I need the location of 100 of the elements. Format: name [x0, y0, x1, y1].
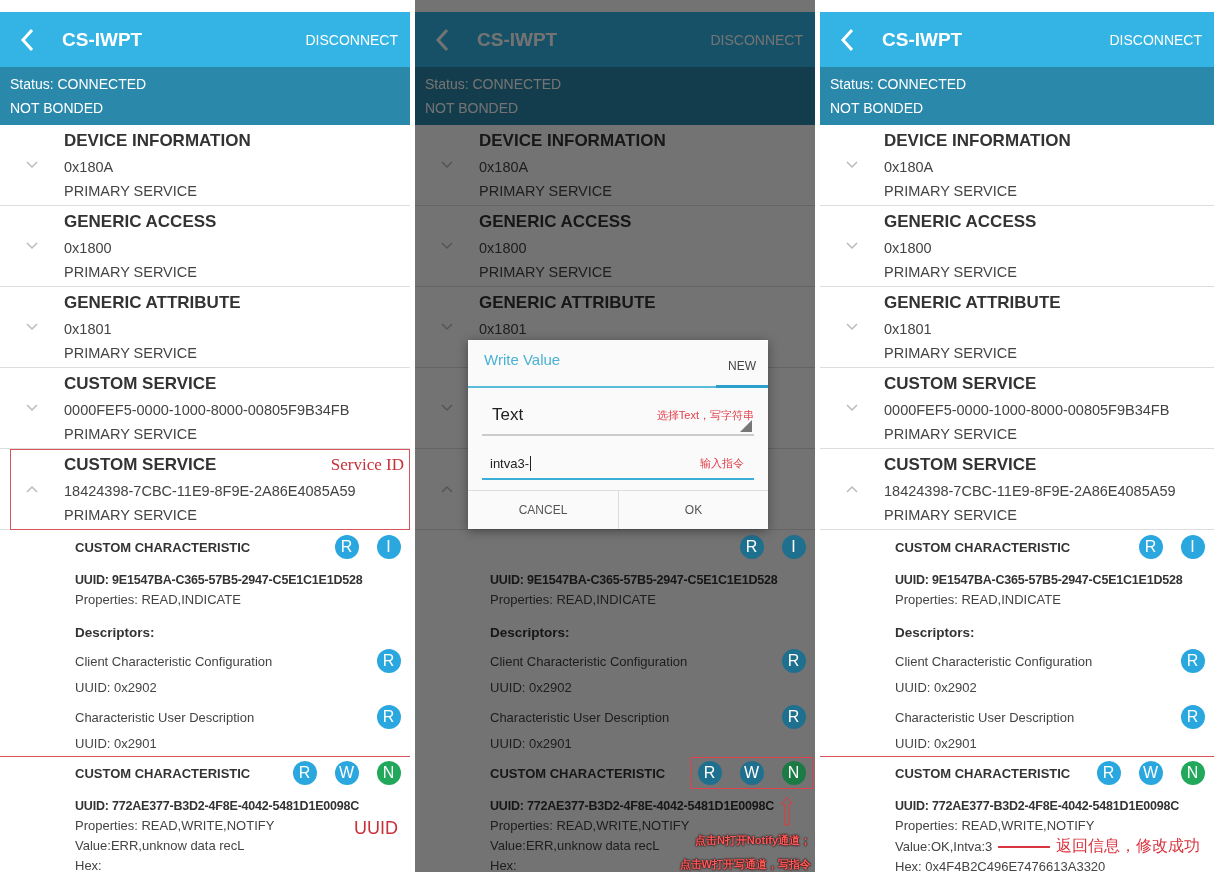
- disconnect-button[interactable]: DISCONNECT: [1109, 31, 1202, 48]
- chevron-down-icon[interactable]: [441, 323, 453, 331]
- property-badge[interactable]: R: [739, 535, 764, 559]
- characteristic-uuid: UUID: 9E1547BA-C365-57B5-2947-C5E1C1E1D528: [490, 572, 778, 589]
- property-badge[interactable]: W: [334, 761, 359, 785]
- chevron-down-icon[interactable]: [441, 242, 453, 250]
- back-icon[interactable]: [20, 27, 34, 52]
- property-badge[interactable]: R: [334, 535, 359, 559]
- chevron-down-icon[interactable]: [441, 404, 453, 412]
- property-badge[interactable]: N: [781, 761, 806, 785]
- service-uuid: 18424398-7CBC-11E9-8F9E-2A86E4085A59: [884, 482, 1176, 501]
- property-badge[interactable]: R: [1096, 761, 1121, 785]
- service-type: PRIMARY SERVICE: [479, 263, 613, 282]
- chevron-down-icon[interactable]: [26, 323, 38, 331]
- characteristic-uuid: UUID: 772AE377-B3D2-4F8E-4042-5481D1E0098C: [490, 798, 775, 815]
- disconnect-button[interactable]: DISCONNECT: [710, 31, 803, 48]
- status-text: Status: CONNECTED: [425, 75, 563, 94]
- value-text: Value:OK,Intva:3: [895, 837, 993, 856]
- properties-text: Properties: READ,INDICATE: [895, 591, 1061, 609]
- service-type: PRIMARY SERVICE: [64, 344, 198, 363]
- back-icon[interactable]: [840, 27, 854, 52]
- property-badge[interactable]: I: [781, 535, 806, 559]
- property-badge[interactable]: R: [292, 761, 317, 785]
- property-badge[interactable]: R: [376, 649, 401, 673]
- properties-text: Properties: READ,INDICATE: [490, 591, 656, 609]
- annotation-note: 点击N打开Notify通道；: [693, 833, 811, 848]
- chevron-down-icon[interactable]: [846, 161, 858, 169]
- service-uuid: 0x1801: [479, 320, 528, 339]
- property-badge[interactable]: R: [376, 705, 401, 729]
- service-name: CUSTOM SERVICE: [884, 454, 1038, 476]
- device-title: CS-IWPT: [477, 28, 558, 51]
- descriptor-name: Characteristic User Description: [75, 709, 256, 725]
- property-badge[interactable]: R: [781, 649, 806, 673]
- property-badge[interactable]: R: [781, 705, 806, 729]
- service-name: DEVICE INFORMATION: [479, 130, 666, 152]
- device-title: CS-IWPT: [62, 28, 143, 51]
- hex-text: Hex:: [75, 857, 102, 872]
- descriptor-name: Client Characteristic Configuration: [490, 653, 689, 669]
- service-name: GENERIC ATTRIBUTE: [64, 292, 241, 314]
- chevron-down-icon[interactable]: [846, 404, 858, 412]
- service-type: PRIMARY SERVICE: [64, 506, 198, 525]
- service-name: DEVICE INFORMATION: [64, 130, 251, 152]
- chevron-down-icon[interactable]: [441, 161, 453, 169]
- dialog-button[interactable]: CANCEL: [468, 491, 618, 529]
- property-badge[interactable]: I: [1180, 535, 1205, 559]
- service-uuid: 0x180A: [479, 158, 530, 177]
- properties-text: Properties: READ,WRITE,NOTIFY: [75, 817, 275, 835]
- characteristic-name: CUSTOM CHARACTERISTIC: [490, 765, 667, 781]
- characteristic-name: CUSTOM CHARACTERISTIC: [895, 765, 1072, 781]
- back-icon[interactable]: [435, 27, 449, 52]
- dialog-tab[interactable]: NEW: [716, 359, 768, 388]
- service-type: PRIMARY SERVICE: [64, 425, 198, 444]
- descriptors-heading: Descriptors:: [490, 624, 571, 642]
- leader-line: [998, 845, 1051, 848]
- property-badge[interactable]: R: [1180, 705, 1205, 729]
- service-uuid: 0x1800: [479, 239, 528, 258]
- chevron-down-icon[interactable]: [846, 323, 858, 331]
- property-badge[interactable]: R: [1138, 535, 1163, 559]
- dropdown-triangle-icon: [740, 420, 752, 432]
- bond-text: NOT BONDED: [425, 99, 520, 118]
- service-uuid: 0000FEF5-0000-1000-8000-00805F9B34FB: [884, 401, 1170, 420]
- device-title: CS-IWPT: [882, 28, 963, 51]
- status-text: Status: CONNECTED: [830, 75, 968, 94]
- format-dropdown[interactable]: Text 选择Text，写字符串: [482, 396, 754, 436]
- dialog-button[interactable]: OK: [618, 491, 768, 529]
- service-uuid: 0x180A: [884, 158, 935, 177]
- service-type: PRIMARY SERVICE: [884, 425, 1018, 444]
- characteristic-name: CUSTOM CHARACTERISTIC: [75, 539, 252, 555]
- chevron-down-icon[interactable]: [26, 161, 38, 169]
- property-badge[interactable]: W: [739, 761, 764, 785]
- service-type: PRIMARY SERVICE: [64, 182, 198, 201]
- property-badge[interactable]: N: [376, 761, 401, 785]
- property-badge[interactable]: W: [1138, 761, 1163, 785]
- properties-text: Properties: READ,WRITE,NOTIFY: [490, 817, 690, 835]
- service-uuid: 0x180A: [64, 158, 115, 177]
- chevron-down-icon[interactable]: [26, 242, 38, 250]
- descriptors-heading: Descriptors:: [75, 624, 156, 642]
- property-badge[interactable]: R: [697, 761, 722, 785]
- service-uuid: 0000FEF5-0000-1000-8000-00805F9B34FB: [64, 401, 350, 420]
- descriptor-uuid: UUID: 0x2902: [490, 679, 573, 697]
- annotation-label: Service ID: [330, 455, 404, 475]
- value-input-field[interactable]: intva3- 输入指令: [482, 448, 754, 480]
- chevron-up-icon[interactable]: [26, 485, 38, 493]
- property-badge[interactable]: I: [376, 535, 401, 559]
- dialog-title: Write Value: [483, 351, 562, 370]
- descriptor-uuid: UUID: 0x2902: [895, 679, 978, 697]
- service-name: GENERIC ATTRIBUTE: [884, 292, 1061, 314]
- hex-text: Hex: 0x4F4B2C496E7476613A3320: [895, 858, 1106, 872]
- chevron-down-icon[interactable]: [846, 242, 858, 250]
- disconnect-button[interactable]: DISCONNECT: [305, 31, 398, 48]
- chevron-up-icon[interactable]: [846, 485, 858, 493]
- service-name: GENERIC ACCESS: [884, 211, 1037, 233]
- service-name: DEVICE INFORMATION: [884, 130, 1071, 152]
- characteristic-name: CUSTOM CHARACTERISTIC: [895, 539, 1072, 555]
- chevron-down-icon[interactable]: [26, 404, 38, 412]
- property-badge[interactable]: R: [1180, 649, 1205, 673]
- chevron-up-icon[interactable]: [441, 485, 453, 493]
- characteristic-uuid: UUID: 772AE377-B3D2-4F8E-4042-5481D1E0098C: [75, 798, 360, 815]
- hex-text: Hex:: [490, 857, 517, 872]
- property-badge[interactable]: N: [1180, 761, 1205, 785]
